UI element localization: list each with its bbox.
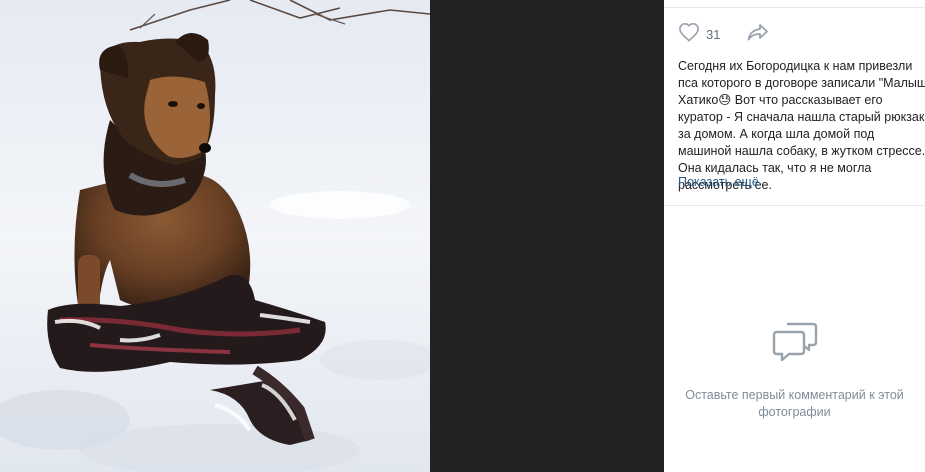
- divider: [664, 7, 925, 8]
- like-button[interactable]: 31: [678, 22, 720, 47]
- photo[interactable]: [0, 0, 430, 472]
- heart-icon: [678, 22, 700, 47]
- share-arrow-icon: [746, 22, 770, 47]
- likes-count: 31: [706, 26, 721, 42]
- empty-comments-text: Оставьте первый комментарий к этой фотог…: [685, 388, 904, 419]
- photo-viewer: 31 Сегодня их Богородицка к нам привезли…: [0, 0, 925, 472]
- dog-photo-illustration: [0, 0, 430, 472]
- photo-actions: 31: [678, 22, 770, 46]
- comments-empty-state: Оставьте первый комментарий к этой фотог…: [664, 318, 925, 421]
- post-description: Сегодня их Богородицка к нам привезли пс…: [678, 59, 925, 192]
- share-button[interactable]: [746, 22, 770, 47]
- show-more-link[interactable]: Показать ещё: [678, 175, 759, 189]
- divider: [664, 205, 925, 206]
- photo-letterbox: [430, 0, 664, 472]
- comments-icon: [771, 318, 819, 364]
- photo-side-panel: 31 Сегодня их Богородицка к нам привезли…: [664, 0, 925, 472]
